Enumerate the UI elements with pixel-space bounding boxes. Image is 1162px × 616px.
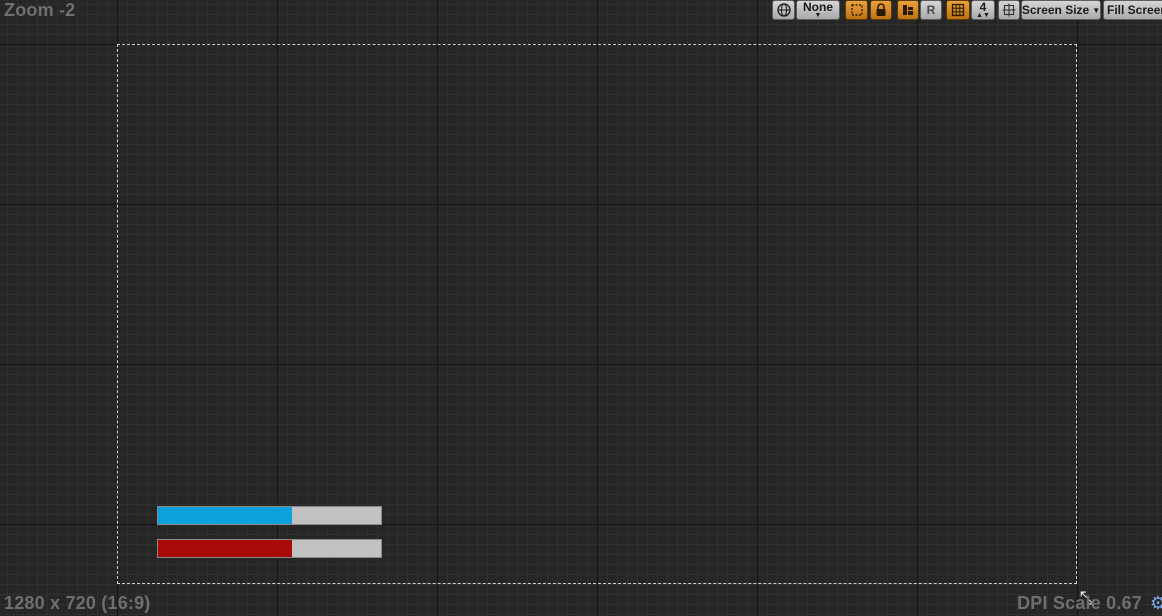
health-bar-fill xyxy=(158,540,292,557)
snap-to-frame-toggle[interactable] xyxy=(845,0,868,20)
grid-icon xyxy=(951,3,965,17)
dpi-scale-label: DPI Scale 0.67 xyxy=(1017,593,1142,613)
screen-size-label: Screen Size xyxy=(1021,3,1090,17)
spinner-arrows-icon: ▲▼ xyxy=(976,11,990,19)
design-surface-frame[interactable] xyxy=(117,44,1077,584)
mana-progress-bar[interactable] xyxy=(157,506,382,525)
chevron-down-icon: ▼ xyxy=(1092,5,1101,15)
chevron-down-icon: ▼ xyxy=(814,11,822,19)
transform-icon xyxy=(1002,3,1016,17)
grid-size-value: 4 xyxy=(979,0,987,14)
respect-locks-toggle[interactable]: R xyxy=(920,0,942,20)
respect-locks-label: R xyxy=(926,3,936,17)
lock-icon xyxy=(876,3,886,16)
dpi-settings-gear-icon[interactable]: ⚙ xyxy=(1150,593,1162,613)
zoom-level-label: Zoom -2 xyxy=(4,0,76,20)
fill-screen-label: Fill Screen xyxy=(1107,3,1162,17)
localization-value: None xyxy=(803,0,833,14)
lock-toggle[interactable] xyxy=(870,0,892,20)
resolution-label: 1280 x 720 (16:9) xyxy=(4,593,151,613)
transform-mode-button[interactable] xyxy=(998,0,1020,20)
mana-bar-fill xyxy=(158,507,292,524)
localization-preview-button[interactable] xyxy=(772,0,795,20)
localization-dropdown[interactable]: None ▼ xyxy=(796,0,840,20)
globe-icon xyxy=(776,3,791,17)
designer-canvas[interactable]: Zoom -2 ⤡ 1280 x 720 (16:9) DPI Scale 0.… xyxy=(0,0,1162,616)
screen-size-dropdown[interactable]: Screen Size ▼ xyxy=(1021,0,1101,20)
fill-screen-dropdown[interactable]: Fill Screen xyxy=(1103,0,1162,20)
health-progress-bar[interactable] xyxy=(157,539,382,558)
grid-size-spinner[interactable]: 4 ▲▼ xyxy=(971,0,995,20)
layout-toggle[interactable] xyxy=(897,0,919,20)
layout-icon xyxy=(903,5,913,15)
grid-snap-toggle[interactable] xyxy=(946,0,970,20)
frame-icon xyxy=(850,4,863,16)
